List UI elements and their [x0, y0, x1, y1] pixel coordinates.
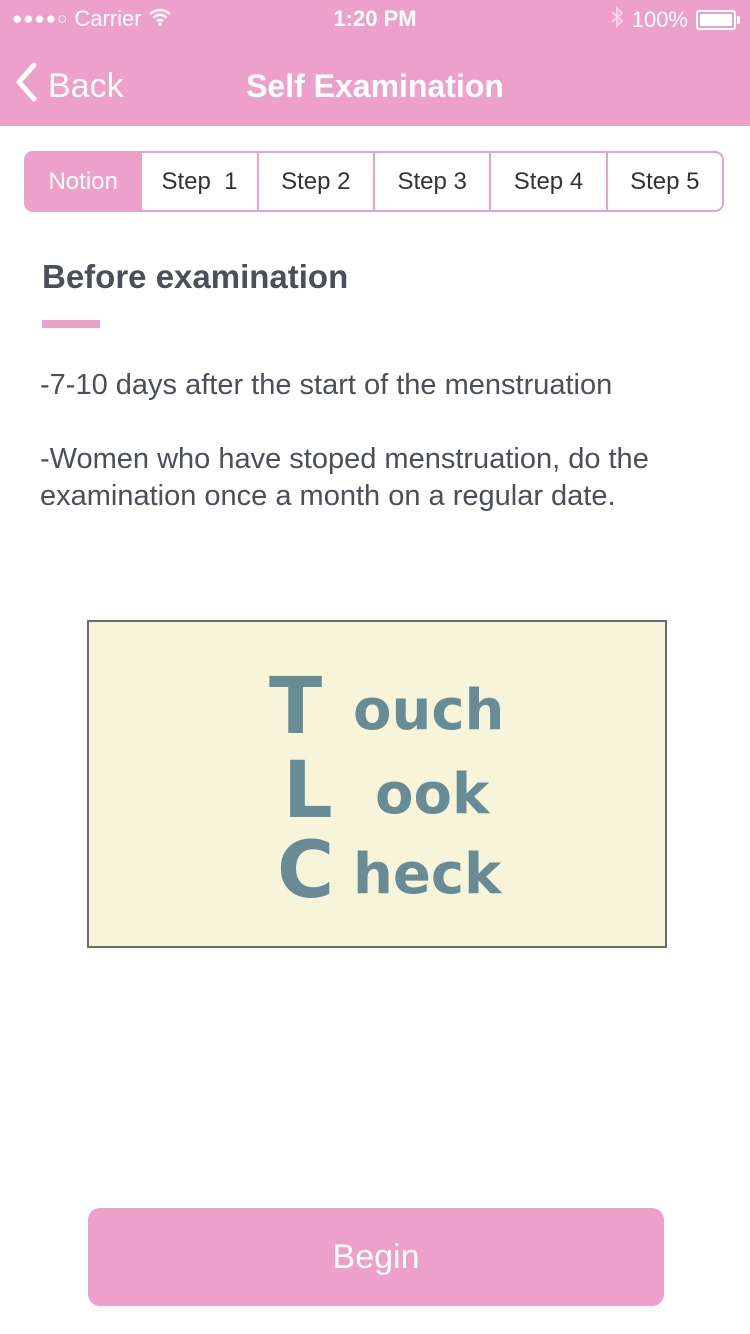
tlc-initial: L — [283, 746, 333, 836]
step-tabs: Notion Step 1 Step 2 Step 3 Step 4 Step … — [24, 151, 724, 212]
begin-label: Begin — [332, 1237, 420, 1276]
tab-label: Step 5 — [630, 167, 700, 195]
tab-step-1[interactable]: Step 1 — [140, 153, 257, 210]
status-bar: ●●●●○ Carrier 1:20 PM 100% — [0, 0, 750, 40]
tab-step-2[interactable]: Step 2 — [256, 153, 373, 210]
tlc-word: ouch — [353, 678, 505, 743]
battery-icon — [696, 10, 740, 30]
tlc-initial: C — [277, 826, 335, 916]
tab-step-3[interactable]: Step 3 — [372, 153, 490, 210]
battery-percentage: 100% — [631, 7, 688, 32]
instruction-paragraph-2: -Women who have stoped menstruation, do … — [40, 443, 649, 512]
tlc-word: heck — [353, 842, 502, 907]
tlc-initial: T — [269, 662, 323, 752]
section-title: Before examination — [42, 258, 349, 295]
navigation-bar: Back Self Examination — [0, 44, 750, 126]
status-right: 100% — [610, 5, 740, 34]
begin-button[interactable]: Begin — [88, 1208, 664, 1306]
instruction-paragraph-1: -7-10 days after the start of the menstr… — [40, 369, 613, 401]
tlc-illustration: T ouch L ook C heck — [87, 620, 667, 948]
tlc-word: ook — [375, 762, 490, 827]
tab-step-5[interactable]: Step 5 — [605, 153, 722, 210]
tab-label: Step 2 — [281, 167, 351, 195]
tab-notion[interactable]: Notion — [26, 153, 141, 210]
tab-label: Step 1 — [161, 167, 238, 195]
bluetooth-icon — [610, 5, 624, 34]
header: ●●●●○ Carrier 1:20 PM 100% Back Self Exa… — [0, 0, 750, 126]
tab-label: Step 3 — [397, 167, 467, 195]
page-title: Self Examination — [246, 68, 504, 104]
tab-step-4[interactable]: Step 4 — [489, 153, 606, 210]
title-underline — [42, 320, 100, 328]
tab-label: Step 4 — [513, 167, 584, 195]
tab-label: Notion — [48, 167, 118, 195]
battery-fill — [700, 14, 732, 26]
